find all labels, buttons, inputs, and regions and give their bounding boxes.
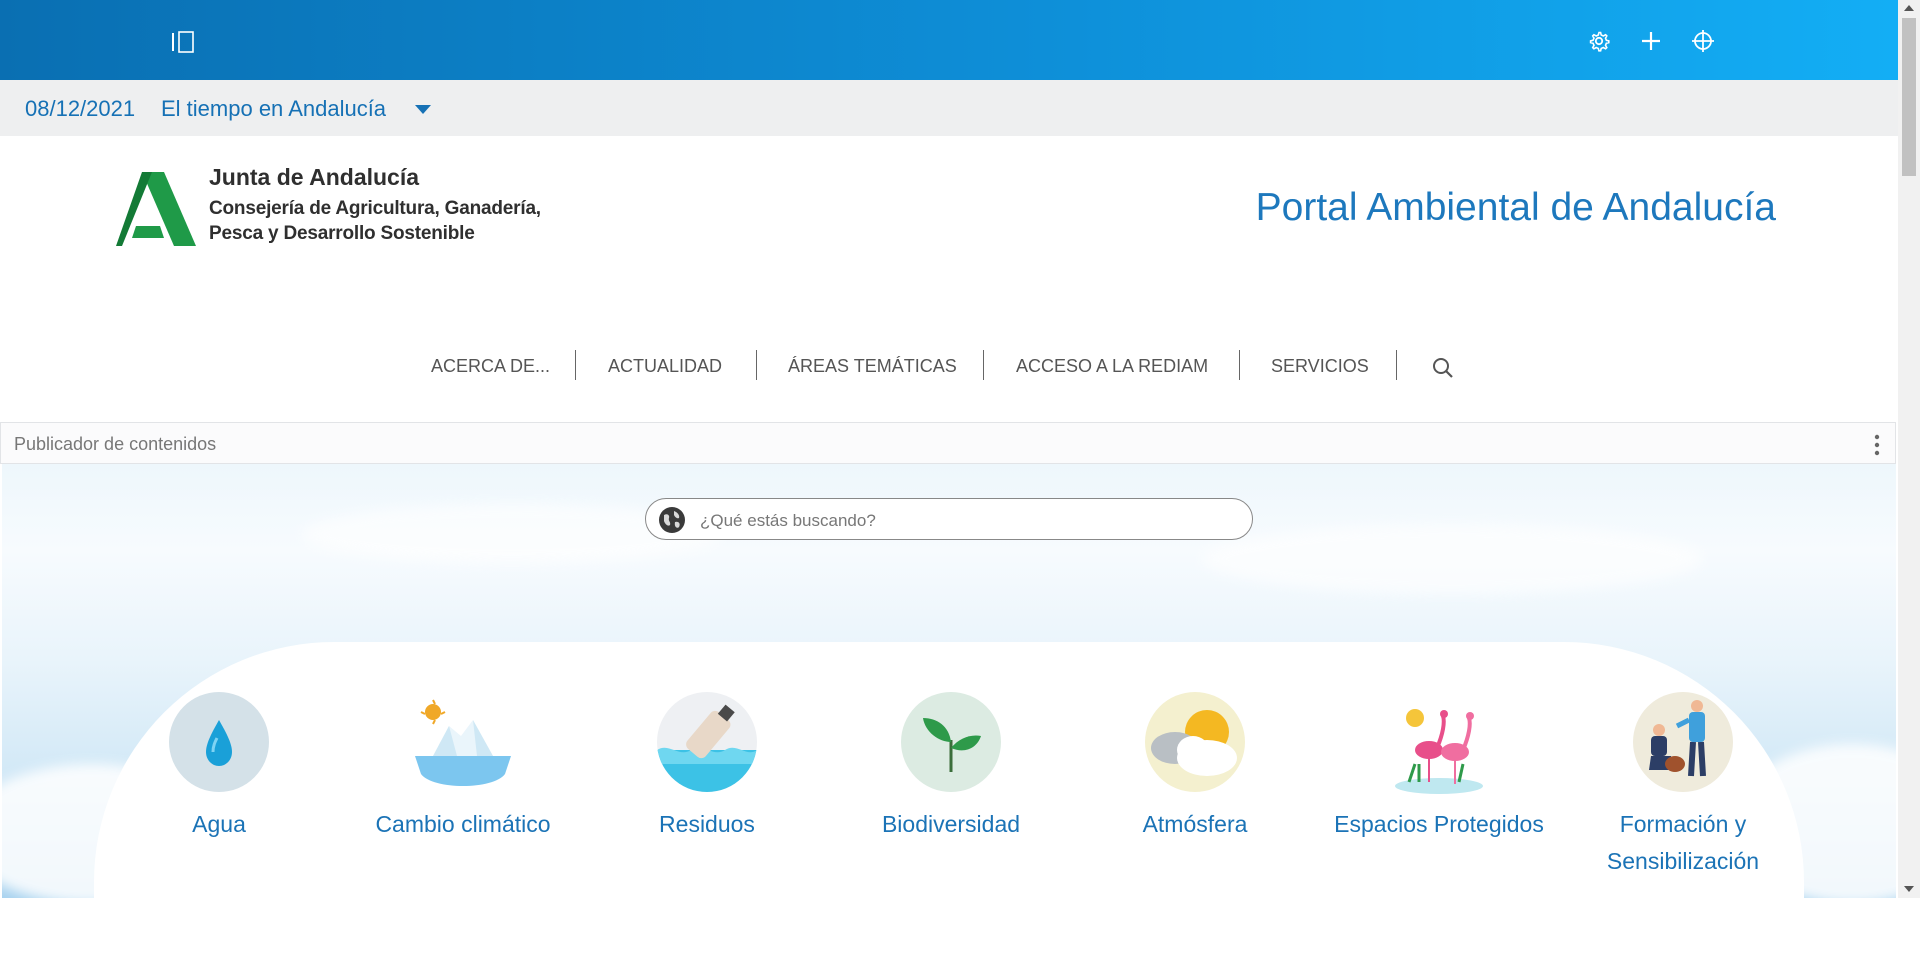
water-drop-icon — [169, 692, 269, 792]
portal-title: Portal Ambiental de Andalucía — [1255, 186, 1776, 229]
nav-item-servicios[interactable]: SERVICIOS — [1271, 356, 1369, 377]
logo-subtitle: Consejería de Agricultura, Ganadería, Pe… — [209, 196, 541, 246]
category-label: Cambio climático — [375, 811, 551, 837]
logo-subtitle-line-2: Pesca y Desarrollo Sostenible — [209, 223, 475, 244]
cloud-decoration — [1202, 524, 1702, 594]
panel-toggle-icon[interactable] — [170, 30, 198, 54]
sprout-icon — [901, 692, 1001, 792]
globe-icon — [659, 507, 685, 533]
category-formacion-sensibilizacion[interactable]: Formación y Sensibilización — [1578, 692, 1788, 880]
category-label: Agua — [192, 811, 246, 837]
logo-title: Junta de Andalucía — [209, 164, 420, 190]
nav-separator — [983, 350, 984, 380]
people-teaching-icon — [1633, 692, 1733, 792]
search-icon[interactable] — [1431, 356, 1455, 380]
weather-bar: 08/12/2021 El tiempo en Andalucía — [0, 80, 1898, 136]
sun-cloud-icon — [1145, 692, 1245, 792]
top-control-bar — [0, 0, 1898, 80]
junta-logo-icon[interactable] — [116, 168, 200, 248]
weather-date: 08/12/2021 — [25, 96, 136, 121]
chevron-down-icon[interactable] — [414, 104, 432, 116]
flamingos-icon — [1389, 692, 1489, 794]
main-navigation: ACERCA DE... ACTUALIDAD ÁREAS TEMÁTICAS … — [0, 350, 1898, 390]
nav-item-acerca[interactable]: ACERCA DE... — [431, 356, 550, 377]
bottle-in-sea-icon — [657, 692, 757, 792]
category-biodiversidad[interactable]: Biodiversidad — [846, 692, 1056, 843]
melting-iceberg-icon — [413, 692, 513, 792]
category-espacios-protegidos[interactable]: Espacios Protegidos — [1334, 692, 1544, 843]
weather-title-link[interactable]: El tiempo en Andalucía — [161, 96, 386, 122]
plus-icon[interactable] — [1638, 28, 1664, 54]
nav-separator — [575, 350, 576, 380]
logo-subtitle-line-1: Consejería de Agricultura, Ganadería, — [209, 198, 541, 219]
category-label: Formación y Sensibilización — [1606, 811, 1760, 874]
nav-separator — [756, 350, 757, 380]
category-label: Atmósfera — [1142, 811, 1248, 837]
site-search — [645, 498, 1253, 540]
page-scrollbar[interactable] — [1898, 0, 1920, 898]
search-input[interactable] — [698, 507, 1232, 535]
publisher-label: Publicador de contenidos — [14, 434, 217, 454]
nav-item-actualidad[interactable]: ACTUALIDAD — [608, 356, 722, 377]
category-atmosfera[interactable]: Atmósfera — [1090, 692, 1300, 843]
target-icon[interactable] — [1690, 28, 1716, 54]
gear-icon[interactable] — [1586, 28, 1612, 54]
site-header: Junta de Andalucía Consejería de Agricul… — [0, 136, 1898, 422]
scroll-thumb[interactable] — [1902, 18, 1916, 176]
category-agua[interactable]: Agua — [114, 692, 324, 843]
category-label: Espacios Protegidos — [1334, 811, 1544, 837]
nav-separator — [1396, 350, 1397, 380]
content-publisher-bar: Publicador de contenidos — [0, 422, 1896, 464]
category-cambio-climatico[interactable]: Cambio climático — [358, 692, 568, 843]
nav-separator — [1239, 350, 1240, 380]
category-residuos[interactable]: Residuos — [602, 692, 812, 843]
category-label: Biodiversidad — [881, 811, 1021, 837]
options-kebab-icon[interactable] — [1873, 434, 1881, 456]
scroll-up-arrow-icon[interactable] — [1904, 5, 1914, 11]
scroll-down-arrow-icon[interactable] — [1904, 886, 1914, 892]
category-label: Residuos — [659, 811, 755, 837]
nav-item-acceso-rediam[interactable]: ACCESO A LA REDIAM — [1016, 356, 1208, 377]
nav-item-areas-tematicas[interactable]: ÁREAS TEMÁTICAS — [788, 356, 957, 377]
